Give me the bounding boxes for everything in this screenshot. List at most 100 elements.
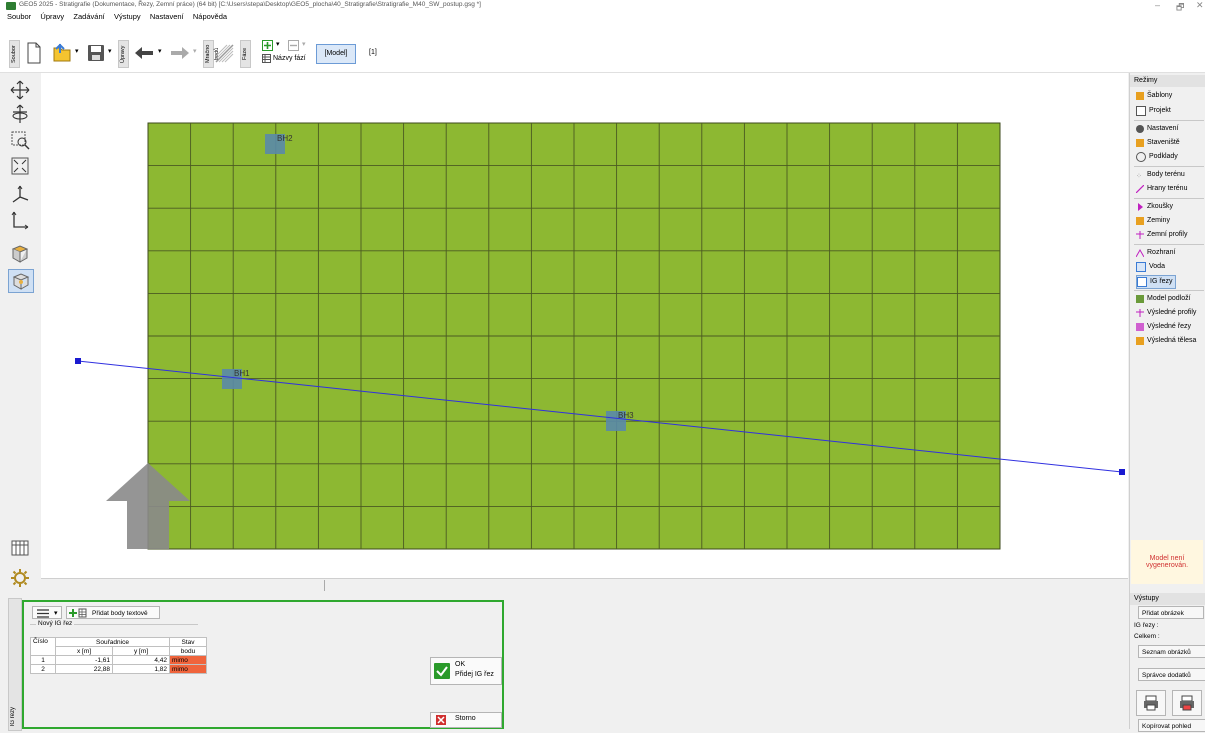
redo-icon[interactable] <box>168 44 192 62</box>
axes-3d-tool[interactable] <box>8 183 32 205</box>
mode-vysledne-rezy[interactable]: Výsledné řezy <box>1136 321 1191 333</box>
open-folder-icon[interactable] <box>52 42 74 64</box>
attachments-manager-button[interactable]: Správce dodatků <box>1138 668 1205 681</box>
pan-tool[interactable] <box>8 79 32 101</box>
point-cloud-icon[interactable] <box>213 42 237 64</box>
cell-y[interactable]: 4,42 <box>112 655 170 665</box>
mode-podklady[interactable]: Podklady <box>1136 151 1178 163</box>
mode-zeminy[interactable]: Zeminy <box>1136 215 1170 227</box>
view-3d-tool[interactable] <box>8 269 34 293</box>
menu-bar: Soubor Úpravy Zadávání Výstupy Nastavení… <box>0 11 1205 23</box>
image-list-button[interactable]: Seznam obrázků <box>1138 645 1205 658</box>
cell-x[interactable]: 22,88 <box>55 664 113 674</box>
tab-faze[interactable]: Fáze <box>240 40 251 68</box>
mode-projekt[interactable]: Projekt <box>1136 105 1171 117</box>
table-row[interactable]: 2 22,88 1,82 mimo <box>30 664 207 674</box>
mode-zemni-profily[interactable]: Zemní profily <box>1136 229 1187 241</box>
tests-icon <box>1138 203 1143 211</box>
view-top-tool[interactable] <box>8 243 32 265</box>
phase-names-button[interactable]: Názvy fází <box>273 55 306 62</box>
side-tab-label: IG řezy <box>10 706 16 726</box>
view-mode-dropdown[interactable]: ▾ <box>32 606 62 619</box>
save-dropdown-icon[interactable]: ▾ <box>108 47 112 55</box>
axes-2d-tool[interactable] <box>8 209 32 231</box>
print-button[interactable] <box>1136 690 1166 716</box>
menu-zadavani[interactable]: Zadávání <box>73 11 104 23</box>
rotate-tool[interactable] <box>8 103 32 125</box>
mode-ig-rezy[interactable]: IG řezy <box>1136 275 1176 289</box>
mode-hrany-terenu[interactable]: Hrany terénu <box>1136 183 1187 195</box>
outputs-header: Výstupy <box>1130 593 1205 605</box>
terrain-grid <box>148 123 1000 549</box>
result-bodies-icon <box>1136 337 1144 345</box>
mode-body-terenu[interactable]: ⁘ Body terénu <box>1136 169 1185 181</box>
mode-rozhrani[interactable]: Rozhraní <box>1136 247 1175 259</box>
cell-y[interactable]: 1,82 <box>112 664 170 674</box>
settings-tool[interactable] <box>8 567 32 589</box>
ig-sections-side-tab[interactable]: IG řezy <box>8 598 22 731</box>
add-text-points-label: Přidat body textově <box>92 610 148 617</box>
mode-vysledna-telesa[interactable]: Výsledná tělesa <box>1136 335 1196 347</box>
zoom-window-tool[interactable] <box>8 129 32 151</box>
undo-dropdown-icon[interactable]: ▾ <box>158 47 162 55</box>
mode-sablony[interactable]: Šablony <box>1136 90 1172 102</box>
mode-label: Body terénu <box>1147 171 1185 178</box>
menu-upravy[interactable]: Úpravy <box>40 11 64 23</box>
cell-status: mimo <box>169 655 207 665</box>
mode-model-podlozi[interactable]: Model podloží <box>1136 293 1191 305</box>
copy-view-button[interactable]: Kopírovat pohled <box>1138 719 1205 732</box>
add-text-points-button[interactable]: Přidat body textově <box>66 606 160 619</box>
background-icon <box>1136 152 1146 162</box>
add-phase-icon[interactable] <box>262 40 273 51</box>
menu-napoveda[interactable]: Nápověda <box>193 11 227 23</box>
mode-label: Výsledné řezy <box>1147 323 1191 330</box>
remove-phase-dropdown-icon[interactable]: ▾ <box>302 40 306 48</box>
menu-soubor[interactable]: Soubor <box>7 11 31 23</box>
mode-nastaveni[interactable]: Nastavení <box>1136 123 1179 135</box>
canvas-status-strip <box>41 578 1128 594</box>
mode-label: Zemní profily <box>1147 231 1188 238</box>
open-dropdown-icon[interactable]: ▾ <box>75 47 79 55</box>
tab-soubor[interactable]: Soubor <box>9 40 20 68</box>
menu-nastaveni[interactable]: Nastavení <box>150 11 184 23</box>
mode-zkousky[interactable]: Zkoušky <box>1136 201 1173 213</box>
rotate-icon <box>12 104 28 123</box>
ok-add-ig-section-button[interactable]: OK Přidej IG řez <box>430 657 502 685</box>
model-button[interactable]: [Model] <box>316 44 356 64</box>
new-file-icon[interactable] <box>26 42 42 64</box>
table-icon <box>262 54 271 63</box>
zoom-extents-tool[interactable] <box>8 155 32 177</box>
subsoil-model-icon <box>1136 295 1144 303</box>
close-button[interactable]: ✕ <box>1196 0 1204 11</box>
table-view-tool[interactable] <box>8 537 32 559</box>
mode-voda[interactable]: Voda <box>1136 261 1165 273</box>
model-canvas[interactable]: BH2 BH1 BH3 <box>41 73 1128 578</box>
menu-vystupy[interactable]: Výstupy <box>114 11 141 23</box>
phase-tab-1[interactable]: [1] <box>369 49 377 56</box>
tab-upravy[interactable]: Úpravy <box>118 40 129 68</box>
total-count-label: Celkem : <box>1134 633 1160 640</box>
cell-number: 1 <box>30 655 56 665</box>
save-icon[interactable] <box>86 43 106 63</box>
remove-phase-icon[interactable] <box>288 40 299 51</box>
move-arrows-icon <box>10 80 30 100</box>
model-warning: Model není vygenerován. <box>1131 540 1203 584</box>
cancel-button[interactable]: Storno <box>430 712 502 728</box>
cancel-label: Storno <box>455 715 476 722</box>
mode-label: Zeminy <box>1147 217 1170 224</box>
mode-staveniste[interactable]: Staveniště <box>1136 137 1180 149</box>
new-ig-section-group-title: Nový IG řez <box>36 620 75 627</box>
table-row[interactable]: 1 -1,61 4,42 mimo <box>30 655 207 665</box>
cell-x[interactable]: -1,61 <box>55 655 113 665</box>
mode-label: Výsledné profily <box>1147 309 1197 316</box>
redo-dropdown-icon[interactable]: ▾ <box>193 47 197 55</box>
mode-vysledne-profily[interactable]: Výsledné profily <box>1136 307 1196 319</box>
add-image-button[interactable]: Přidat obrázek <box>1138 606 1204 619</box>
add-phase-dropdown-icon[interactable]: ▾ <box>276 40 280 48</box>
ok-label: OK <box>455 661 466 668</box>
mode-label: Voda <box>1149 263 1165 270</box>
col-cislo: Číslo <box>30 637 56 656</box>
print-pdf-button[interactable] <box>1172 690 1202 716</box>
minimize-button[interactable]: – <box>1155 0 1160 10</box>
undo-icon[interactable] <box>132 44 156 62</box>
